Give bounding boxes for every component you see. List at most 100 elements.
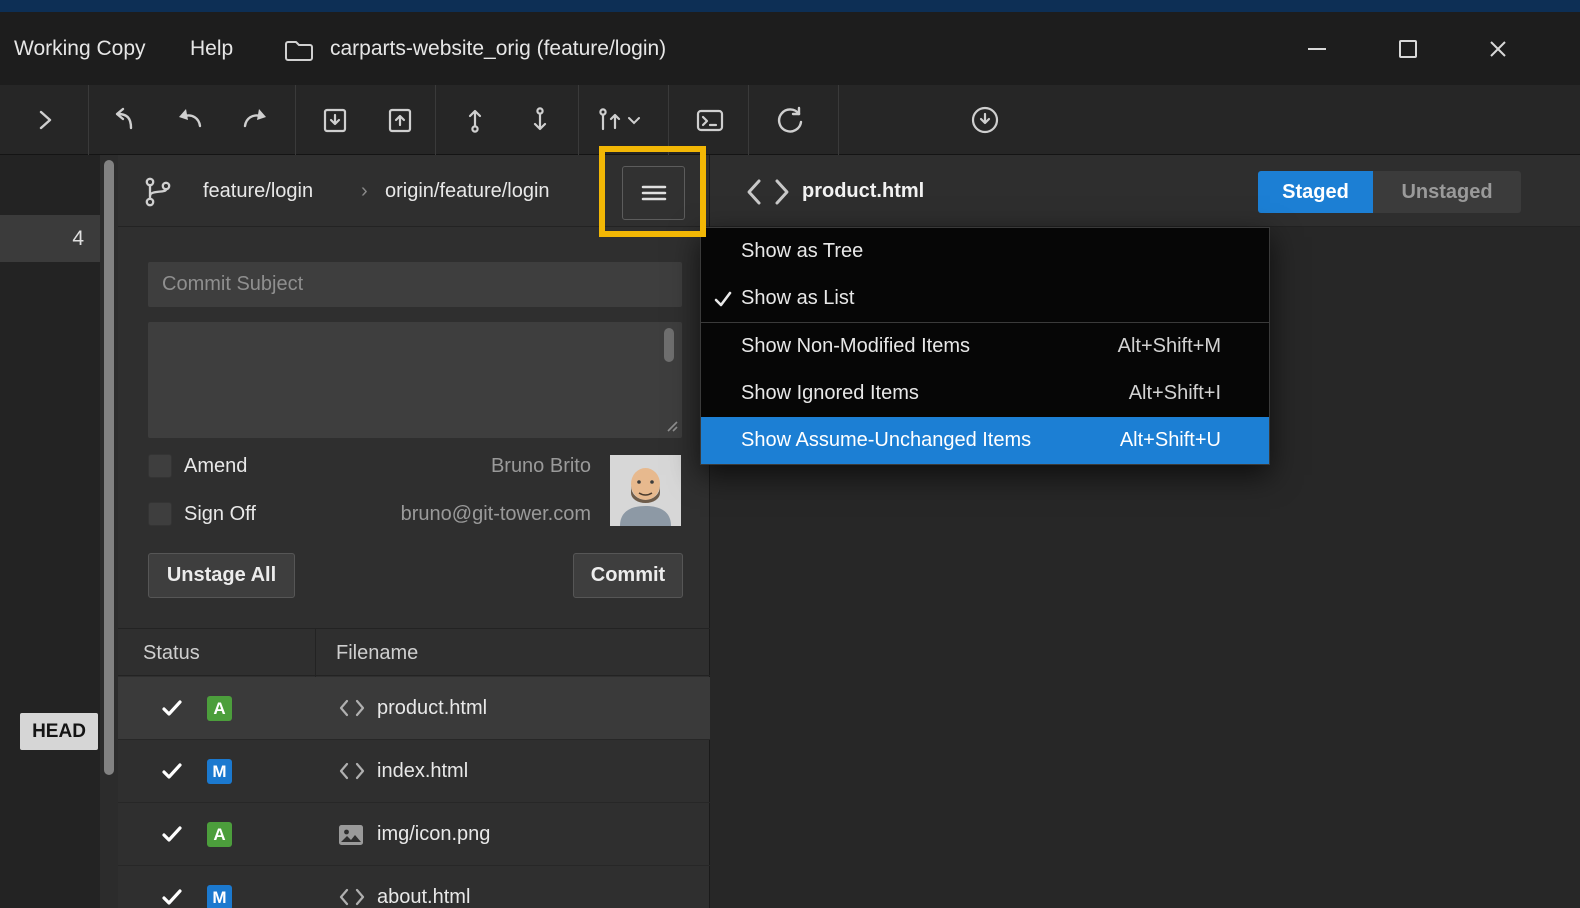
commit-subject-input[interactable] bbox=[148, 262, 682, 307]
staged-checkmark-icon[interactable] bbox=[160, 822, 184, 846]
staged-unstaged-toggle: Staged Unstaged bbox=[1258, 171, 1521, 213]
file-row-about[interactable]: M about.html bbox=[118, 866, 710, 908]
file-name: about.html bbox=[377, 866, 470, 908]
refresh-icon[interactable] bbox=[768, 98, 812, 142]
avatar bbox=[610, 455, 681, 526]
menu-item-show-non-modified[interactable]: Show Non-Modified Items Alt+Shift+M bbox=[701, 323, 1269, 370]
expand-panel-button[interactable] bbox=[23, 98, 67, 142]
push-icon[interactable] bbox=[378, 98, 422, 142]
chevron-down-icon bbox=[627, 114, 641, 126]
toolbar-separator bbox=[435, 85, 436, 155]
commit-graph-rail: 4 HEAD bbox=[0, 155, 100, 908]
highlight-annotation-box bbox=[599, 146, 706, 237]
staged-checkmark-icon[interactable] bbox=[160, 759, 184, 783]
staged-tab[interactable]: Staged bbox=[1258, 171, 1373, 213]
compare-branches-button[interactable] bbox=[588, 98, 646, 142]
sign-off-checkbox[interactable] bbox=[148, 502, 172, 526]
sign-off-label: Sign Off bbox=[184, 502, 256, 526]
toolbar-separator bbox=[578, 85, 579, 155]
menu-item-label: Show Assume-Unchanged Items bbox=[741, 429, 1031, 451]
terminal-icon[interactable] bbox=[688, 98, 732, 142]
toolbar-separator bbox=[838, 85, 839, 155]
checkout-icon[interactable] bbox=[103, 98, 147, 142]
unstaged-tab[interactable]: Unstaged bbox=[1373, 171, 1521, 213]
breadcrumb-separator: › bbox=[361, 155, 368, 227]
toolbar-separator bbox=[88, 85, 89, 155]
menu-working-copy[interactable]: Working Copy bbox=[14, 12, 146, 85]
diff-file-title: product.html bbox=[802, 155, 924, 227]
menu-item-show-assume-unchanged[interactable]: Show Assume-Unchanged Items Alt+Shift+U bbox=[701, 417, 1269, 464]
working-copy-panel: feature/login › origin/feature/login Ame… bbox=[118, 155, 710, 908]
textarea-scrollbar-thumb[interactable] bbox=[664, 328, 674, 362]
menu-item-show-ignored[interactable]: Show Ignored Items Alt+Shift+I bbox=[701, 370, 1269, 417]
status-badge: A bbox=[207, 696, 232, 721]
undo-icon[interactable] bbox=[168, 98, 212, 142]
status-badge: M bbox=[207, 885, 232, 908]
window-title: carparts-website_orig (feature/login) bbox=[330, 12, 666, 85]
menu-item-label: Show as List bbox=[741, 287, 854, 309]
maximize-button[interactable] bbox=[1375, 12, 1441, 85]
commit-message-textarea[interactable] bbox=[148, 322, 682, 438]
amend-label: Amend bbox=[184, 454, 247, 478]
rail-scrollbar[interactable] bbox=[100, 155, 118, 908]
amend-checkbox[interactable] bbox=[148, 454, 172, 478]
menu-item-label: Show as Tree bbox=[741, 240, 863, 262]
toolbar-separator bbox=[668, 85, 669, 155]
menu-shortcut: Alt+Shift+M bbox=[1118, 323, 1221, 370]
menu-item-show-as-tree[interactable]: Show as Tree bbox=[701, 228, 1269, 275]
menu-item-show-as-list[interactable]: Show as List bbox=[701, 275, 1269, 322]
menu-item-label: Show Ignored Items bbox=[741, 382, 919, 404]
toolbar-separator bbox=[295, 85, 296, 155]
redo-icon[interactable] bbox=[233, 98, 277, 142]
apply-stash-icon[interactable] bbox=[518, 98, 562, 142]
staged-checkmark-icon[interactable] bbox=[160, 885, 184, 908]
file-row-index[interactable]: M index.html bbox=[118, 740, 710, 803]
diff-panel-header: product.html Staged Unstaged bbox=[710, 155, 1580, 227]
file-name: product.html bbox=[377, 677, 487, 740]
code-file-icon bbox=[338, 698, 366, 718]
desktop-edge bbox=[0, 0, 1580, 12]
code-file-icon bbox=[338, 887, 366, 907]
staged-checkmark-icon[interactable] bbox=[160, 696, 184, 720]
status-badge: A bbox=[207, 822, 232, 847]
menu-checkmark-icon bbox=[712, 288, 734, 310]
head-badge: HEAD bbox=[20, 713, 98, 750]
commit-button[interactable]: Commit bbox=[573, 553, 683, 598]
file-table-header: Status Filename bbox=[118, 628, 710, 676]
toolbar bbox=[0, 85, 1580, 155]
file-name: index.html bbox=[377, 740, 468, 803]
toolbar-separator bbox=[748, 85, 749, 155]
status-badge: M bbox=[207, 759, 232, 784]
image-file-icon bbox=[338, 824, 364, 846]
pull-icon[interactable] bbox=[313, 98, 357, 142]
current-branch[interactable]: feature/login bbox=[203, 155, 313, 227]
author-email: bruno@git-tower.com bbox=[401, 502, 591, 526]
folder-icon bbox=[283, 36, 315, 64]
fetch-icon[interactable] bbox=[963, 98, 1007, 142]
code-file-icon bbox=[745, 177, 791, 207]
menu-shortcut: Alt+Shift+U bbox=[1120, 417, 1221, 464]
view-options-menu: Show as Tree Show as List Show Non-Modif… bbox=[700, 227, 1270, 465]
file-row-icon-png[interactable]: A img/icon.png bbox=[118, 803, 710, 866]
app-window: Working Copy Help carparts-website_orig … bbox=[0, 0, 1580, 908]
resize-grip-icon[interactable] bbox=[664, 418, 678, 432]
minimize-button[interactable] bbox=[1284, 12, 1350, 85]
menu-item-label: Show Non-Modified Items bbox=[741, 335, 970, 357]
code-file-icon bbox=[338, 761, 366, 781]
unstage-all-button[interactable]: Unstage All bbox=[148, 553, 295, 598]
menu-shortcut: Alt+Shift+I bbox=[1129, 370, 1221, 417]
column-divider bbox=[315, 629, 316, 677]
tracking-branch[interactable]: origin/feature/login bbox=[385, 155, 550, 227]
stash-icon[interactable] bbox=[453, 98, 497, 142]
close-button[interactable] bbox=[1465, 12, 1531, 85]
menu-help[interactable]: Help bbox=[190, 12, 233, 85]
graph-row-count[interactable]: 4 bbox=[0, 215, 100, 262]
filename-column-header: Filename bbox=[336, 629, 418, 677]
author-name: Bruno Brito bbox=[491, 454, 591, 478]
file-row-product[interactable]: A product.html bbox=[118, 677, 710, 740]
status-column-header: Status bbox=[143, 629, 200, 677]
file-name: img/icon.png bbox=[377, 803, 490, 866]
titlebar: Working Copy Help carparts-website_orig … bbox=[0, 12, 1580, 85]
rail-scrollbar-thumb[interactable] bbox=[104, 160, 114, 775]
branch-icon bbox=[140, 175, 174, 209]
